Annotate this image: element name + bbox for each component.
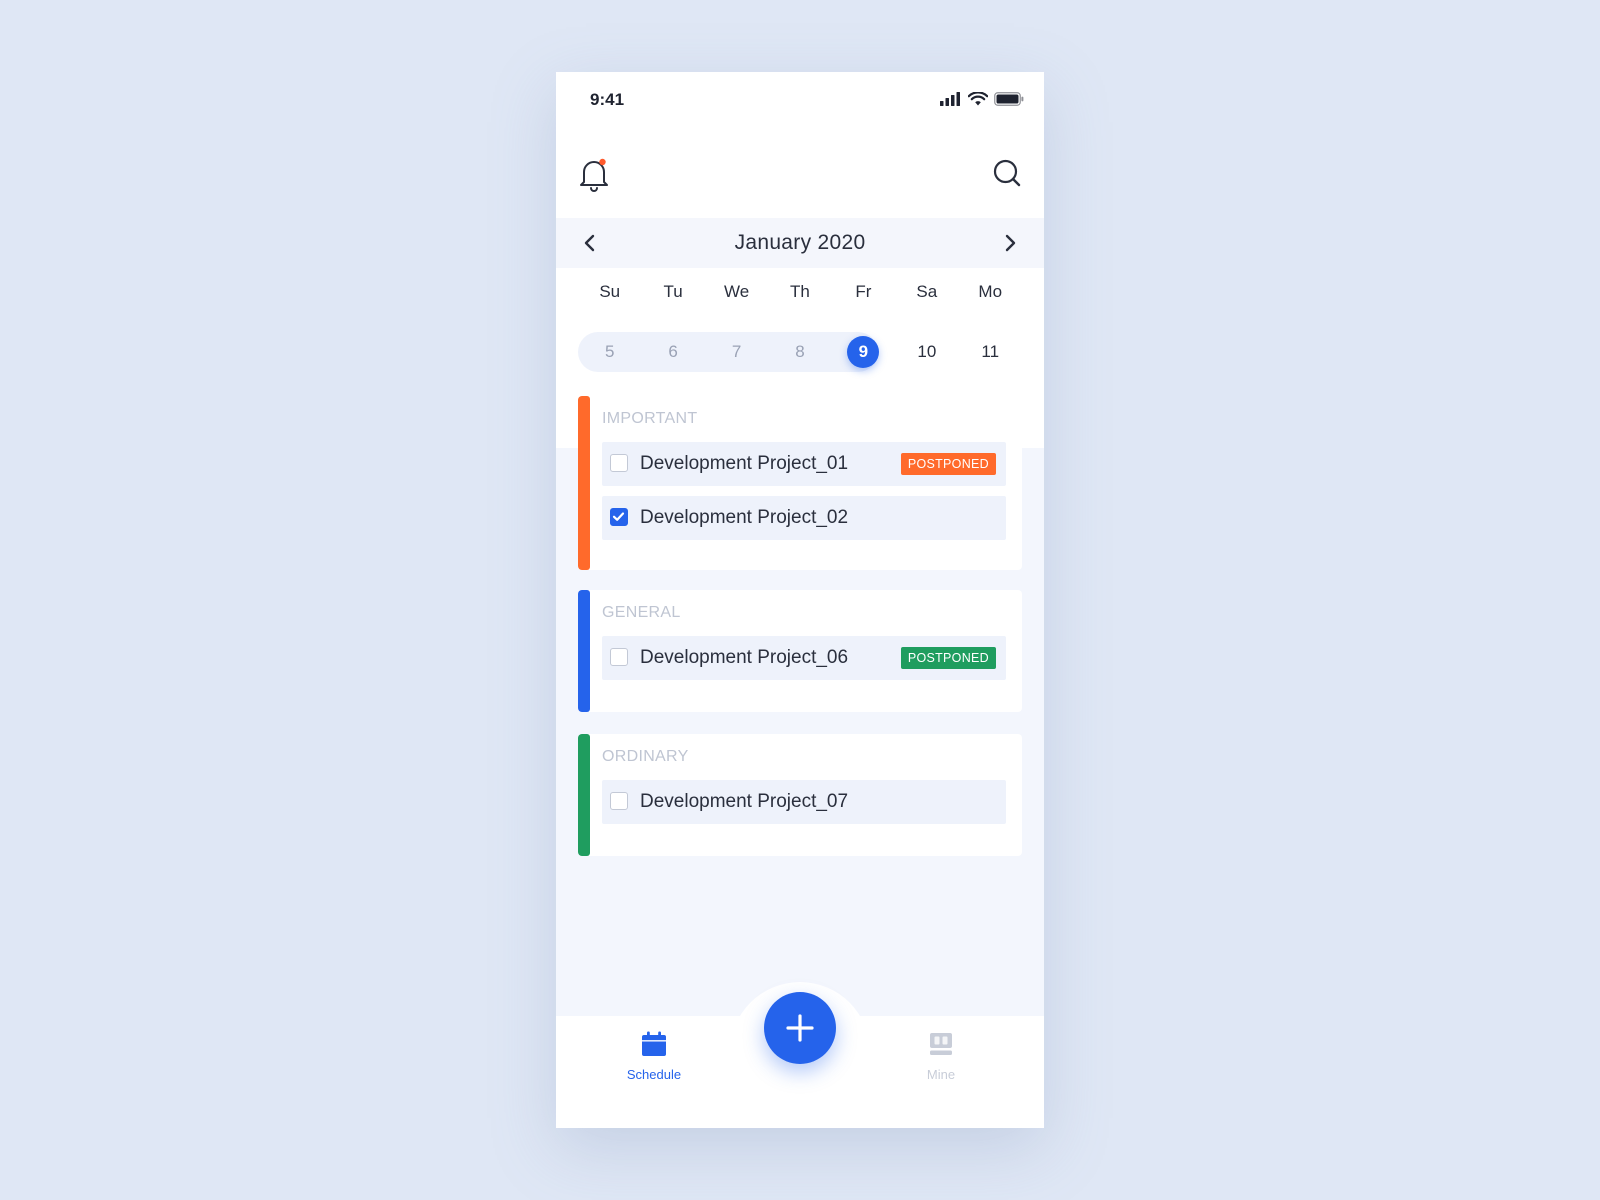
task-group-important: IMPORTANT Development Project_01 POSTPON…: [578, 396, 1022, 570]
postponed-badge: POSTPONED: [900, 647, 996, 669]
tab-schedule[interactable]: Schedule: [594, 1030, 714, 1090]
status-bar: 9:41: [556, 72, 1044, 130]
day-number: 9: [847, 336, 880, 368]
day-cell[interactable]: 10: [895, 332, 958, 372]
status-time: 9:41: [590, 90, 625, 109]
day-number: 8: [795, 342, 805, 361]
weekday-label: Mo: [978, 282, 1003, 301]
day-number: 11: [981, 342, 1000, 361]
task-checkbox[interactable]: [610, 648, 628, 666]
tab-label: Mine: [926, 1067, 956, 1082]
plus-icon: [786, 1014, 814, 1042]
day-number: 5: [604, 342, 615, 361]
group-title: IMPORTANT: [602, 410, 698, 427]
group-color-stripe: [578, 734, 590, 856]
weekday-label: Sa: [916, 282, 938, 301]
day-cell[interactable]: 7: [705, 332, 768, 372]
task-label: Development Project_01: [640, 453, 849, 474]
day-cell[interactable]: 5: [578, 332, 641, 372]
group-color-stripe: [578, 396, 590, 570]
task-item[interactable]: Development Project_07: [602, 780, 1006, 824]
profile-card-icon: [930, 1033, 952, 1055]
tab-mine[interactable]: Mine: [881, 1030, 1001, 1090]
month-bar: January 2020: [556, 218, 1044, 268]
weekday-label: Fr: [855, 282, 872, 301]
day-cell[interactable]: 8: [768, 332, 831, 372]
wifi-icon: [968, 92, 988, 106]
month-title: January 2020: [734, 231, 866, 254]
day-number: 7: [731, 342, 742, 361]
chevron-right-icon[interactable]: [996, 229, 1024, 257]
bell-icon[interactable]: [578, 156, 610, 192]
checkmark-icon: [612, 512, 625, 521]
weekday-label: Tu: [663, 282, 683, 301]
postponed-badge: POSTPONED: [900, 453, 996, 475]
search-icon[interactable]: [992, 158, 1022, 188]
task-label: Development Project_06: [640, 647, 849, 668]
phone-frame: 9:41 January 2020 Su Tu We Th Fr Sa Mo 5…: [556, 72, 1044, 1128]
signal-icon: [940, 92, 960, 106]
group-title: ORDINARY: [602, 748, 689, 765]
task-checkbox[interactable]: [610, 792, 628, 810]
day-cell[interactable]: 11: [959, 332, 1022, 372]
group-title: GENERAL: [602, 604, 681, 621]
day-number: 10: [917, 342, 937, 361]
top-bar: [556, 130, 1044, 210]
battery-icon: [994, 92, 1024, 106]
status-icons: [940, 92, 1024, 106]
add-task-button[interactable]: [764, 992, 836, 1064]
day-cell[interactable]: 6: [641, 332, 704, 372]
weekday-label: We: [723, 282, 750, 301]
task-label: Development Project_07: [640, 791, 849, 812]
task-item[interactable]: Development Project_02: [602, 496, 1006, 540]
task-group-ordinary: ORDINARY Development Project_07: [578, 734, 1022, 856]
task-checkbox[interactable]: [610, 454, 628, 472]
task-checkbox-checked[interactable]: [610, 508, 628, 526]
task-item[interactable]: Development Project_01 POSTPONED: [602, 442, 1006, 486]
task-group-general: GENERAL Development Project_06 POSTPONED: [578, 590, 1022, 712]
weekday-row: Su Tu We Th Fr Sa Mo: [578, 282, 1022, 312]
days-row: 5 6 7 8 9 10 11: [578, 332, 1022, 372]
day-number: 6: [668, 342, 678, 361]
tab-label: Schedule: [626, 1067, 682, 1082]
notification-dot: [599, 158, 606, 166]
task-label: Development Project_02: [640, 507, 849, 528]
day-cell-selected[interactable]: 9: [832, 332, 895, 372]
weekday-label: Su: [599, 282, 621, 301]
calendar-icon: [642, 1031, 666, 1056]
task-item[interactable]: Development Project_06 POSTPONED: [602, 636, 1006, 680]
weekday-label: Th: [790, 282, 810, 301]
group-color-stripe: [578, 590, 590, 712]
